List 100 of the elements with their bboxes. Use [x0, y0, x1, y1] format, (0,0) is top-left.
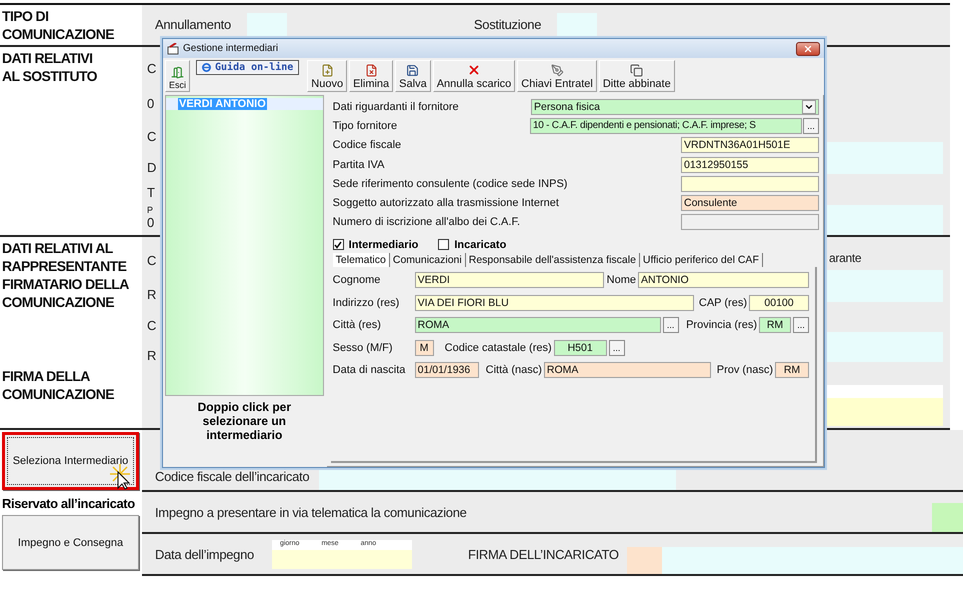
- input-field[interactable]: Consulente: [681, 195, 819, 212]
- field-label: Codice fiscale: [332, 139, 402, 152]
- label-fragment: P: [147, 204, 154, 216]
- window-icon: [167, 42, 179, 54]
- commit-button[interactable]: Impegno e Consegna: [2, 515, 139, 570]
- field-label: Dati riguardanti il fornitore: [332, 100, 459, 113]
- input-field[interactable]: ROMA: [414, 317, 661, 334]
- close-icon: [803, 44, 813, 54]
- input-field[interactable]: 01312950155: [681, 156, 819, 173]
- toolbar-button[interactable]: Elimina: [349, 60, 394, 92]
- label-fragment: C: [147, 317, 156, 335]
- option-label: Sostituzione: [474, 18, 542, 32]
- entry-box[interactable]: [825, 270, 943, 302]
- field-label: Codice fiscale dell’incaricato: [155, 469, 310, 486]
- list-hint: Doppio click per selezionare un intermediario: [196, 399, 292, 442]
- checkbox-icon[interactable]: [332, 239, 344, 250]
- checkbox-icon[interactable]: [438, 239, 450, 250]
- field-label: Città (res): [332, 319, 382, 332]
- field-label: Codice catastale (res): [444, 342, 552, 354]
- label-fragment: T: [147, 184, 155, 202]
- input-field[interactable]: 10 - C.A.F. dipendenti e pensionati; C.A.F. imprese; S: [530, 118, 802, 134]
- toolbar-button[interactable]: Chiavi Entratel: [517, 60, 597, 92]
- checkbox[interactable]: Intermediario: [332, 236, 418, 254]
- file-x-icon: [364, 64, 378, 77]
- save-icon: [406, 64, 420, 77]
- dropdown-icon: [802, 100, 816, 114]
- field-label: CAP (res): [698, 296, 747, 309]
- option-label: Annullamento: [155, 18, 231, 32]
- field-label: Impegno a presentare in via telematica la comunicazione: [155, 504, 467, 520]
- field-label: Città (nasc): [486, 364, 542, 376]
- input-field[interactable]: ROMA: [544, 362, 711, 378]
- field-label: Nome: [606, 274, 636, 286]
- field-label: Provincia (res): [686, 319, 757, 332]
- field-label: Data di nascita: [332, 364, 406, 376]
- toolbar-button[interactable]: Nuovo: [307, 60, 348, 92]
- input-field[interactable]: VIA DEI FIORI BLU: [414, 294, 694, 311]
- signature-box[interactable]: [825, 385, 943, 398]
- label-fragment: R: [147, 286, 156, 304]
- tab[interactable]: Responsabile dell'assistenza fiscale: [466, 253, 640, 268]
- select-intermediary-button[interactable]: Seleziona Intermediario: [2, 432, 139, 490]
- picker-button[interactable]: ...: [803, 118, 819, 134]
- label-fragment: C: [147, 252, 156, 270]
- picker-button[interactable]: ...: [793, 317, 809, 334]
- tab[interactable]: Telematico: [332, 253, 390, 268]
- input-field[interactable]: RM: [759, 317, 791, 334]
- label-fragment: 0: [147, 216, 154, 230]
- copy-icon: [630, 64, 644, 77]
- toolbar-button[interactable]: Esci: [165, 60, 190, 92]
- field-label: Partita IVA: [332, 158, 384, 171]
- label-fragment: R: [147, 347, 156, 365]
- label-fragment: 0: [147, 95, 154, 113]
- input-field[interactable]: M: [414, 340, 434, 356]
- pen-icon: [550, 64, 564, 77]
- field-label: Sesso (M/F): [332, 342, 394, 354]
- entry-box[interactable]: [825, 332, 943, 362]
- entry-box[interactable]: [626, 547, 662, 574]
- label-fragment: D: [147, 159, 156, 177]
- file-plus-icon: [320, 64, 334, 77]
- toolbar-button[interactable]: Annulla scarico: [432, 60, 516, 92]
- field-label: FIRMA DELL’INCARICATO: [468, 546, 619, 562]
- window-title: Gestione intermediari: [183, 43, 278, 54]
- input-field[interactable]: VERDI: [414, 272, 604, 288]
- entry-box[interactable]: [825, 205, 943, 235]
- toolbar-button[interactable]: Ditte abbinate: [598, 60, 675, 92]
- field-label: Sede riferimento consulente (codice sede INPS): [332, 178, 568, 190]
- input-field[interactable]: ANTONIO: [638, 272, 809, 288]
- input-field[interactable]: [681, 214, 819, 230]
- input-field[interactable]: 01/01/1936: [414, 362, 479, 378]
- field-label: Indirizzo (res): [332, 296, 400, 309]
- input-field[interactable]: H501: [554, 340, 607, 356]
- picker-button[interactable]: ...: [662, 317, 679, 334]
- field-label: Cognome: [332, 274, 382, 286]
- checkbox[interactable]: Incaricato: [438, 236, 506, 254]
- picker-button[interactable]: ...: [608, 340, 625, 356]
- signature-box[interactable]: [825, 398, 943, 426]
- close-icon: [467, 63, 481, 77]
- field-label: Soggetto autorizzato alla trasmissione Internet: [332, 197, 559, 210]
- door-icon: [171, 66, 184, 79]
- field-label: Numero di iscrizione all'albo dei C.A.F.: [332, 216, 520, 228]
- signature-box[interactable]: [662, 547, 963, 574]
- entry-box[interactable]: [319, 468, 676, 490]
- close-button[interactable]: [796, 42, 820, 56]
- label-fragment: C: [147, 60, 156, 78]
- toolbar-button[interactable]: Salva: [395, 60, 431, 92]
- field-label: Data dell’impegno: [155, 546, 254, 562]
- tab[interactable]: Comunicazioni: [390, 253, 466, 268]
- field-label: Prov (nasc): [716, 364, 773, 376]
- input-field[interactable]: VRDNTN36A01H501E: [681, 137, 819, 154]
- input-field[interactable]: 00100: [749, 294, 809, 311]
- select-field[interactable]: Persona fisica: [531, 98, 819, 115]
- tab[interactable]: Ufficio periferico del CAF: [640, 253, 763, 268]
- label-fragment: arante: [828, 251, 862, 265]
- entry-box[interactable]: [825, 142, 943, 174]
- checkbox-box[interactable]: [932, 503, 963, 532]
- input-field[interactable]: [681, 176, 819, 192]
- input-field[interactable]: RM: [775, 362, 809, 378]
- label-fragment: C: [147, 128, 156, 146]
- help-button[interactable]: Guida on-line: [196, 60, 300, 75]
- reserved-title: Riservato all’incaricato: [1, 495, 136, 511]
- field-label: Tipo fornitore: [332, 120, 398, 132]
